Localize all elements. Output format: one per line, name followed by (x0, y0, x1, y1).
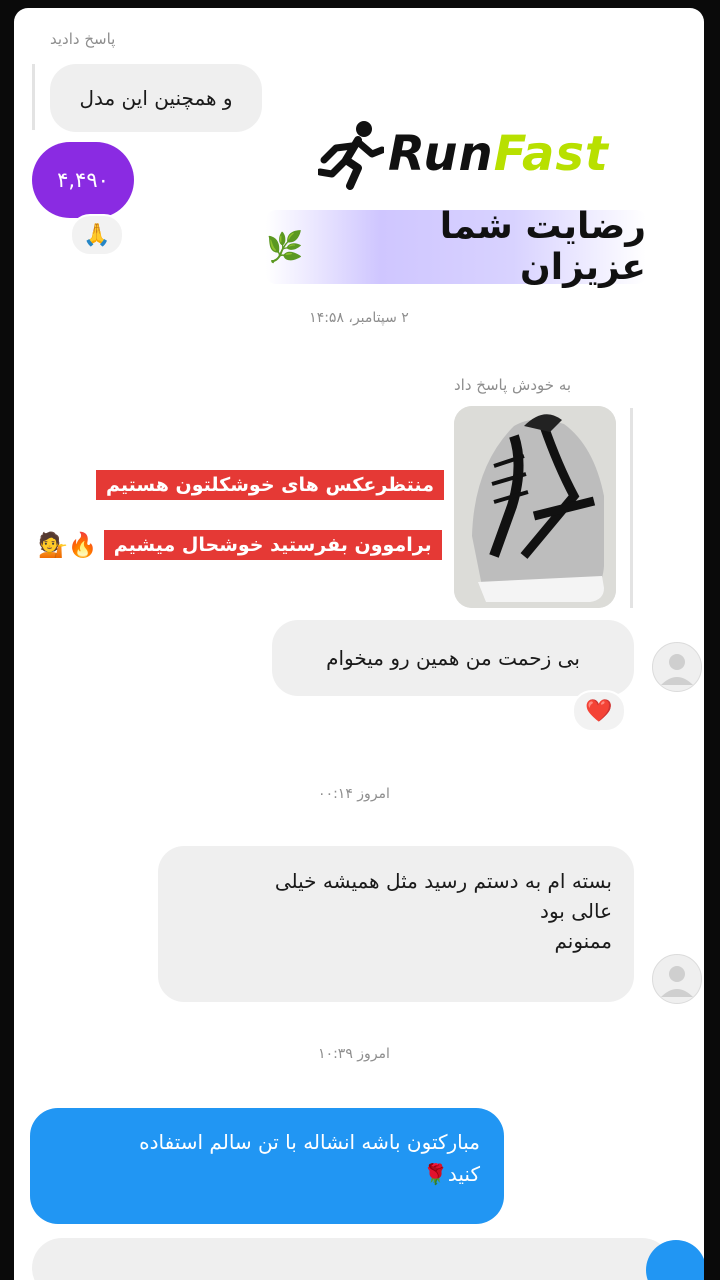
promo-line-2: براموون بفرستید خوشحال میشیم (103, 530, 442, 560)
pray-emoji-icon: 🙏 (83, 222, 111, 248)
runfast-logo: RunFast (318, 116, 618, 194)
promo-emoji-icon: 💁🔥 (38, 531, 98, 559)
avatar[interactable] (652, 954, 702, 1004)
brand-fast: Fast (493, 126, 609, 182)
quoted-message-bubble[interactable]: و همچنین این مدل (50, 64, 262, 132)
satisfaction-banner: رضایت شما عزیزان 🌿 (266, 206, 646, 288)
shoe-photo[interactable] (454, 406, 616, 608)
message-composer[interactable] (32, 1238, 672, 1280)
timestamp-today-1: امروز ۰۰:۱۴ (318, 786, 390, 802)
default-avatar-icon (661, 966, 693, 997)
message-received-line-1: بسته ام به دستم رسید مثل همیشه خیلی (274, 869, 612, 893)
leaf-icon: 🌿 (266, 229, 304, 265)
message-received-line-2: عالی بود (540, 899, 612, 923)
sneaker-image-icon (454, 406, 616, 608)
brand-run: Run (388, 126, 494, 182)
price-bubble[interactable]: ۴,۴۹۰ (32, 142, 134, 218)
message-received-line-3: ممنونم (554, 929, 612, 953)
pray-reaction[interactable]: 🙏 (70, 214, 124, 256)
timestamp-sep-2: ۲ سپتامبر، ۱۴:۵۸ (309, 310, 409, 326)
promo-line-1: منتظرعکس های خوشکلتون هستیم (96, 470, 444, 500)
reply-divider (32, 64, 35, 130)
price-text: ۴,۴۹۰ (57, 168, 109, 192)
brand-wordmark: RunFast (388, 126, 609, 182)
heart-reaction[interactable]: ❤️ (572, 690, 626, 732)
avatar[interactable] (652, 642, 702, 692)
reply-label-self: به خودش پاسخ داد (454, 376, 572, 394)
reply-divider-self (630, 408, 633, 608)
message-text-want: بی زحمت من همین رو میخوام (326, 646, 580, 670)
timestamp-today-2: امروز ۱۰:۳۹ (318, 1046, 390, 1062)
message-sent-line-2: کنید🌹 (423, 1162, 480, 1186)
satisfaction-title: رضایت شما عزیزان (439, 206, 646, 288)
heart-emoji-icon: ❤️ (585, 698, 613, 724)
message-bubble-received[interactable]: بسته ام به دستم رسید مثل همیشه خیلی عالی… (158, 846, 634, 1002)
message-sent-line-1: مبارکتون باشه انشاله با تن سالم استفاده (139, 1130, 480, 1154)
message-bubble-want[interactable]: بی زحمت من همین رو میخوام (272, 620, 634, 696)
message-bubble-sent[interactable]: مبارکتون باشه انشاله با تن سالم استفاده … (30, 1108, 504, 1224)
default-avatar-icon (661, 654, 693, 685)
chat-screen: پاسخ دادید و همچنین این مدل ۴,۴۹۰ 🙏 RunF… (14, 8, 704, 1280)
quoted-message-text: و همچنین این مدل (79, 86, 233, 110)
runner-icon (318, 121, 384, 190)
promo-row-2: 💁🔥 براموون بفرستید خوشحال میشیم (38, 530, 442, 560)
reply-label-top: پاسخ دادید (50, 30, 116, 48)
